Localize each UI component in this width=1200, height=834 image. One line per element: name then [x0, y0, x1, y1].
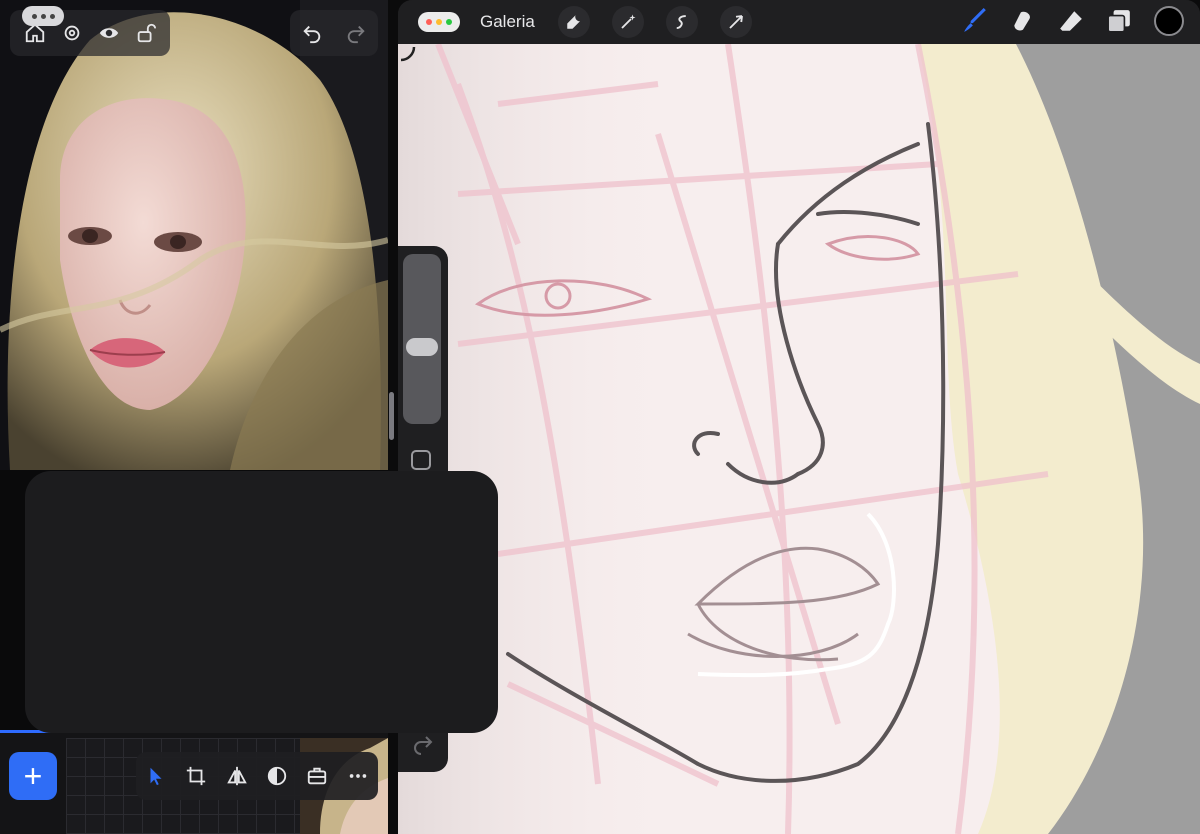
advanced-tools	[558, 6, 752, 38]
cursor-icon[interactable]	[143, 763, 169, 789]
overlay-panel[interactable]	[25, 471, 498, 733]
drawing-top-toolbar: Galeria	[398, 0, 1200, 44]
reference-photo	[0, 0, 388, 470]
drawing-canvas[interactable]	[398, 44, 1200, 834]
dot	[40, 13, 46, 19]
adjust-icon[interactable]	[264, 763, 290, 789]
smudge-icon[interactable]	[1010, 8, 1036, 34]
painting-tools	[962, 6, 1184, 36]
split-view-handle[interactable]	[389, 392, 394, 440]
more-options-pill[interactable]	[22, 6, 64, 26]
resize-corner-icon[interactable]	[398, 44, 416, 62]
transform-arrow-icon[interactable]	[720, 6, 752, 38]
gear-icon[interactable]	[59, 20, 85, 46]
ellipsis-icon[interactable]	[345, 763, 371, 789]
sketch-artwork	[398, 44, 1200, 834]
reference-bottom-toolbar	[136, 752, 378, 800]
wrench-icon[interactable]	[558, 6, 590, 38]
undo-icon[interactable]	[299, 20, 325, 46]
redo-icon[interactable]	[411, 732, 435, 756]
eraser-icon[interactable]	[1058, 8, 1084, 34]
minimize-dot[interactable]	[436, 19, 442, 25]
layers-icon[interactable]	[1106, 8, 1132, 34]
modify-button[interactable]	[411, 450, 431, 470]
unlock-icon[interactable]	[133, 20, 159, 46]
drawing-app: Galeria	[398, 0, 1200, 834]
eye-icon[interactable]	[96, 20, 122, 46]
dot	[49, 13, 55, 19]
brush-icon[interactable]	[962, 8, 988, 34]
magic-wand-icon[interactable]	[612, 6, 644, 38]
gallery-button[interactable]: Galeria	[480, 12, 535, 32]
zoom-dot[interactable]	[446, 19, 452, 25]
briefcase-icon[interactable]	[304, 763, 330, 789]
add-button[interactable]: +	[9, 752, 57, 800]
close-dot[interactable]	[426, 19, 432, 25]
window-controls[interactable]	[418, 12, 460, 32]
flip-icon[interactable]	[224, 763, 250, 789]
redo-icon[interactable]	[343, 20, 369, 46]
crop-icon[interactable]	[183, 763, 209, 789]
brush-size-knob[interactable]	[406, 338, 438, 356]
selection-icon[interactable]	[666, 6, 698, 38]
color-picker-swatch[interactable]	[1154, 6, 1184, 36]
dot	[31, 13, 37, 19]
undo-redo-toolbar	[290, 10, 378, 56]
